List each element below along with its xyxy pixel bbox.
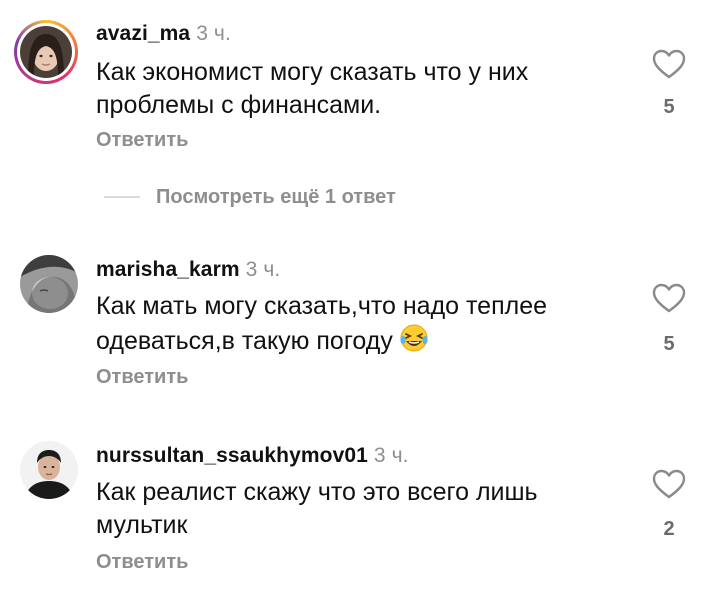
heart-outline-icon: [652, 283, 686, 313]
comment-username[interactable]: nurssultan_ssaukhymov01 3 ч.: [96, 444, 409, 468]
like-button[interactable]: [652, 48, 686, 80]
like-button[interactable]: [652, 282, 686, 314]
laughing-with-tears-emoji-icon: [399, 323, 429, 353]
comment-text-line: Как мать могу сказать,что надо теплее: [96, 292, 548, 320]
avatar[interactable]: [20, 255, 78, 313]
comment-text-line: Как экономист могу сказать что у них: [96, 58, 529, 86]
comment-text: Как мать могу сказать,что надо теплее од…: [96, 290, 616, 358]
comment-time: 3 ч.: [245, 258, 281, 281]
reply-button[interactable]: Ответить: [96, 366, 188, 389]
comment-text-line: мультик: [96, 511, 188, 539]
avatar[interactable]: [20, 441, 78, 499]
avatar-story-ring[interactable]: [14, 20, 78, 84]
heart-outline-icon: [652, 469, 686, 499]
comment-text-line: одеваться,в такую погоду: [96, 323, 616, 358]
avatar: [20, 26, 72, 78]
comment-time: 3 ч.: [373, 444, 409, 467]
reply-button[interactable]: Ответить: [96, 551, 188, 574]
like-button[interactable]: [652, 468, 686, 500]
comment-text: Как экономист могу сказать что у них про…: [96, 56, 616, 122]
like-count: 5: [663, 333, 675, 355]
username-text[interactable]: nurssultan_ssaukhymov01: [96, 444, 368, 467]
comment-text-line: Как реалист скажу что это всего лишь: [96, 478, 538, 506]
comment-username[interactable]: marisha_karm 3 ч.: [96, 258, 280, 282]
like-count: 5: [663, 96, 675, 118]
comment-username[interactable]: avazi_ma 3 ч.: [96, 22, 231, 46]
username-text[interactable]: avazi_ma: [96, 22, 190, 45]
comment-text-line-content: одеваться,в такую погоду: [96, 327, 393, 355]
comment-text: Как реалист скажу что это всего лишь мул…: [96, 476, 616, 542]
view-more-replies-label: Посмотреть ещё 1 ответ: [156, 185, 396, 208]
reply-button[interactable]: Ответить: [96, 129, 188, 152]
like-count: 2: [663, 518, 675, 540]
heart-outline-icon: [652, 49, 686, 79]
view-more-replies-button[interactable]: Посмотреть ещё 1 ответ: [104, 183, 396, 211]
comment-text-line: проблемы с финансами.: [96, 91, 382, 119]
comment-time: 3 ч.: [196, 22, 231, 45]
replies-divider-line: [104, 196, 140, 198]
username-text[interactable]: marisha_karm: [96, 258, 240, 281]
